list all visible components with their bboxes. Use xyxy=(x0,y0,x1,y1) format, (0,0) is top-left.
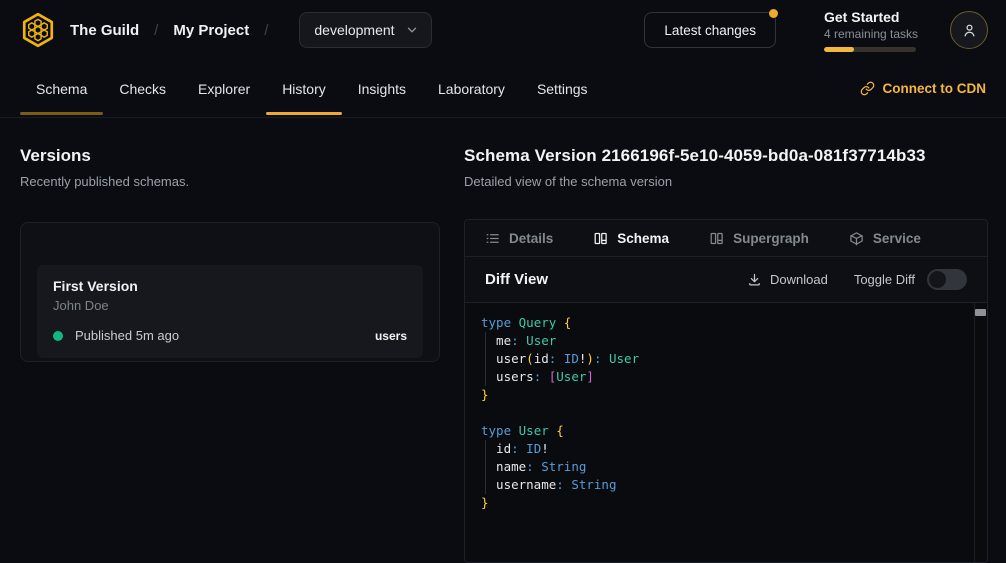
diff-view-title: Diff View xyxy=(485,271,548,288)
tab-schema-label: Schema xyxy=(617,231,669,246)
header-right: Latest changes Get Started 4 remaining t… xyxy=(644,9,988,52)
detail-tab-bar: Details Schema Sup xyxy=(465,220,987,257)
target-select-value: development xyxy=(314,22,394,38)
latest-changes-button[interactable]: Latest changes xyxy=(644,12,776,48)
notification-dot xyxy=(769,9,778,18)
code-scrollbar-track xyxy=(974,303,987,562)
download-icon xyxy=(747,272,762,287)
code-scrollbar-thumb[interactable] xyxy=(975,309,986,316)
version-list-item[interactable]: First Version John Doe Published 5m ago … xyxy=(37,265,423,358)
nav-tab-schema[interactable]: Schema xyxy=(20,60,103,117)
indent-guide xyxy=(485,332,486,386)
get-started-title: Get Started xyxy=(824,9,916,25)
tab-supergraph-label: Supergraph xyxy=(733,231,809,246)
tab-details[interactable]: Details xyxy=(485,231,553,246)
chevron-down-icon xyxy=(405,23,419,37)
link-icon xyxy=(860,81,875,96)
connect-to-cdn-label: Connect to CDN xyxy=(883,81,987,96)
tab-service-label: Service xyxy=(873,231,921,246)
version-name: First Version xyxy=(53,278,407,294)
version-status-row: Published 5m ago users xyxy=(53,328,407,343)
columns-icon xyxy=(709,231,724,246)
tab-schema[interactable]: Schema xyxy=(593,231,669,246)
get-started-subtitle: 4 remaining tasks xyxy=(824,27,916,41)
nav-tab-insights[interactable]: Insights xyxy=(342,60,422,117)
code-block[interactable]: type Query { me: User user(id: ID!): Use… xyxy=(465,303,987,512)
nav-tab-checks[interactable]: Checks xyxy=(103,60,182,117)
schema-detail-panel: Details Schema Sup xyxy=(464,219,988,563)
main-nav: Schema Checks Explorer History Insights … xyxy=(0,60,1006,118)
columns-icon xyxy=(593,231,608,246)
person-icon xyxy=(961,22,978,39)
versions-list-card: First Version John Doe Published 5m ago … xyxy=(20,222,440,362)
version-author: John Doe xyxy=(53,298,407,313)
toggle-diff-control: Toggle Diff xyxy=(854,269,967,290)
version-status-text: Published 5m ago xyxy=(75,328,179,343)
target-select[interactable]: development xyxy=(299,12,431,48)
nav-tab-settings[interactable]: Settings xyxy=(521,60,604,117)
nav-tab-explorer[interactable]: Explorer xyxy=(182,60,266,117)
schema-version-title: Schema Version 2166196f-5e10-4059-bd0a-0… xyxy=(464,146,988,166)
toggle-diff-label: Toggle Diff xyxy=(854,272,915,287)
get-started-widget[interactable]: Get Started 4 remaining tasks xyxy=(824,9,916,52)
breadcrumb-separator: / xyxy=(154,22,158,39)
breadcrumb-project[interactable]: My Project xyxy=(173,22,249,39)
breadcrumb: The Guild / My Project / xyxy=(70,22,283,39)
hive-logo-icon[interactable] xyxy=(18,10,58,50)
toggle-knob xyxy=(929,271,946,288)
tab-supergraph[interactable]: Supergraph xyxy=(709,231,809,246)
versions-subtitle: Recently published schemas. xyxy=(20,174,440,189)
user-avatar[interactable] xyxy=(950,11,988,49)
list-icon xyxy=(485,231,500,246)
schema-code-viewer: type Query { me: User user(id: ID!): Use… xyxy=(465,303,987,562)
latest-changes-label: Latest changes xyxy=(664,23,756,38)
published-status-dot xyxy=(53,331,63,341)
schema-version-subtitle: Detailed view of the schema version xyxy=(464,174,988,189)
get-started-progress-bar xyxy=(824,47,916,52)
nav-tab-laboratory[interactable]: Laboratory xyxy=(422,60,521,117)
main-content: Versions Recently published schemas. Fir… xyxy=(0,118,1006,563)
download-label: Download xyxy=(770,272,828,287)
indent-guide xyxy=(485,440,486,494)
versions-title: Versions xyxy=(20,146,440,166)
tab-details-label: Details xyxy=(509,231,553,246)
diff-actions: Download Toggle Diff xyxy=(747,269,967,290)
app-header: The Guild / My Project / development Lat… xyxy=(0,0,1006,60)
box-icon xyxy=(849,231,864,246)
download-button[interactable]: Download xyxy=(747,272,828,287)
version-service-badge: users xyxy=(375,329,407,343)
toggle-diff-switch[interactable] xyxy=(927,269,967,290)
breadcrumb-separator: / xyxy=(264,22,268,39)
versions-panel: Versions Recently published schemas. Fir… xyxy=(20,146,440,563)
diff-view-bar: Diff View Download Toggle Diff xyxy=(465,257,987,303)
get-started-progress-fill xyxy=(824,47,854,52)
nav-tab-history[interactable]: History xyxy=(266,60,342,117)
schema-version-detail: Schema Version 2166196f-5e10-4059-bd0a-0… xyxy=(464,146,988,563)
breadcrumb-org[interactable]: The Guild xyxy=(70,22,139,39)
tab-service[interactable]: Service xyxy=(849,231,921,246)
connect-to-cdn-button[interactable]: Connect to CDN xyxy=(860,60,987,117)
